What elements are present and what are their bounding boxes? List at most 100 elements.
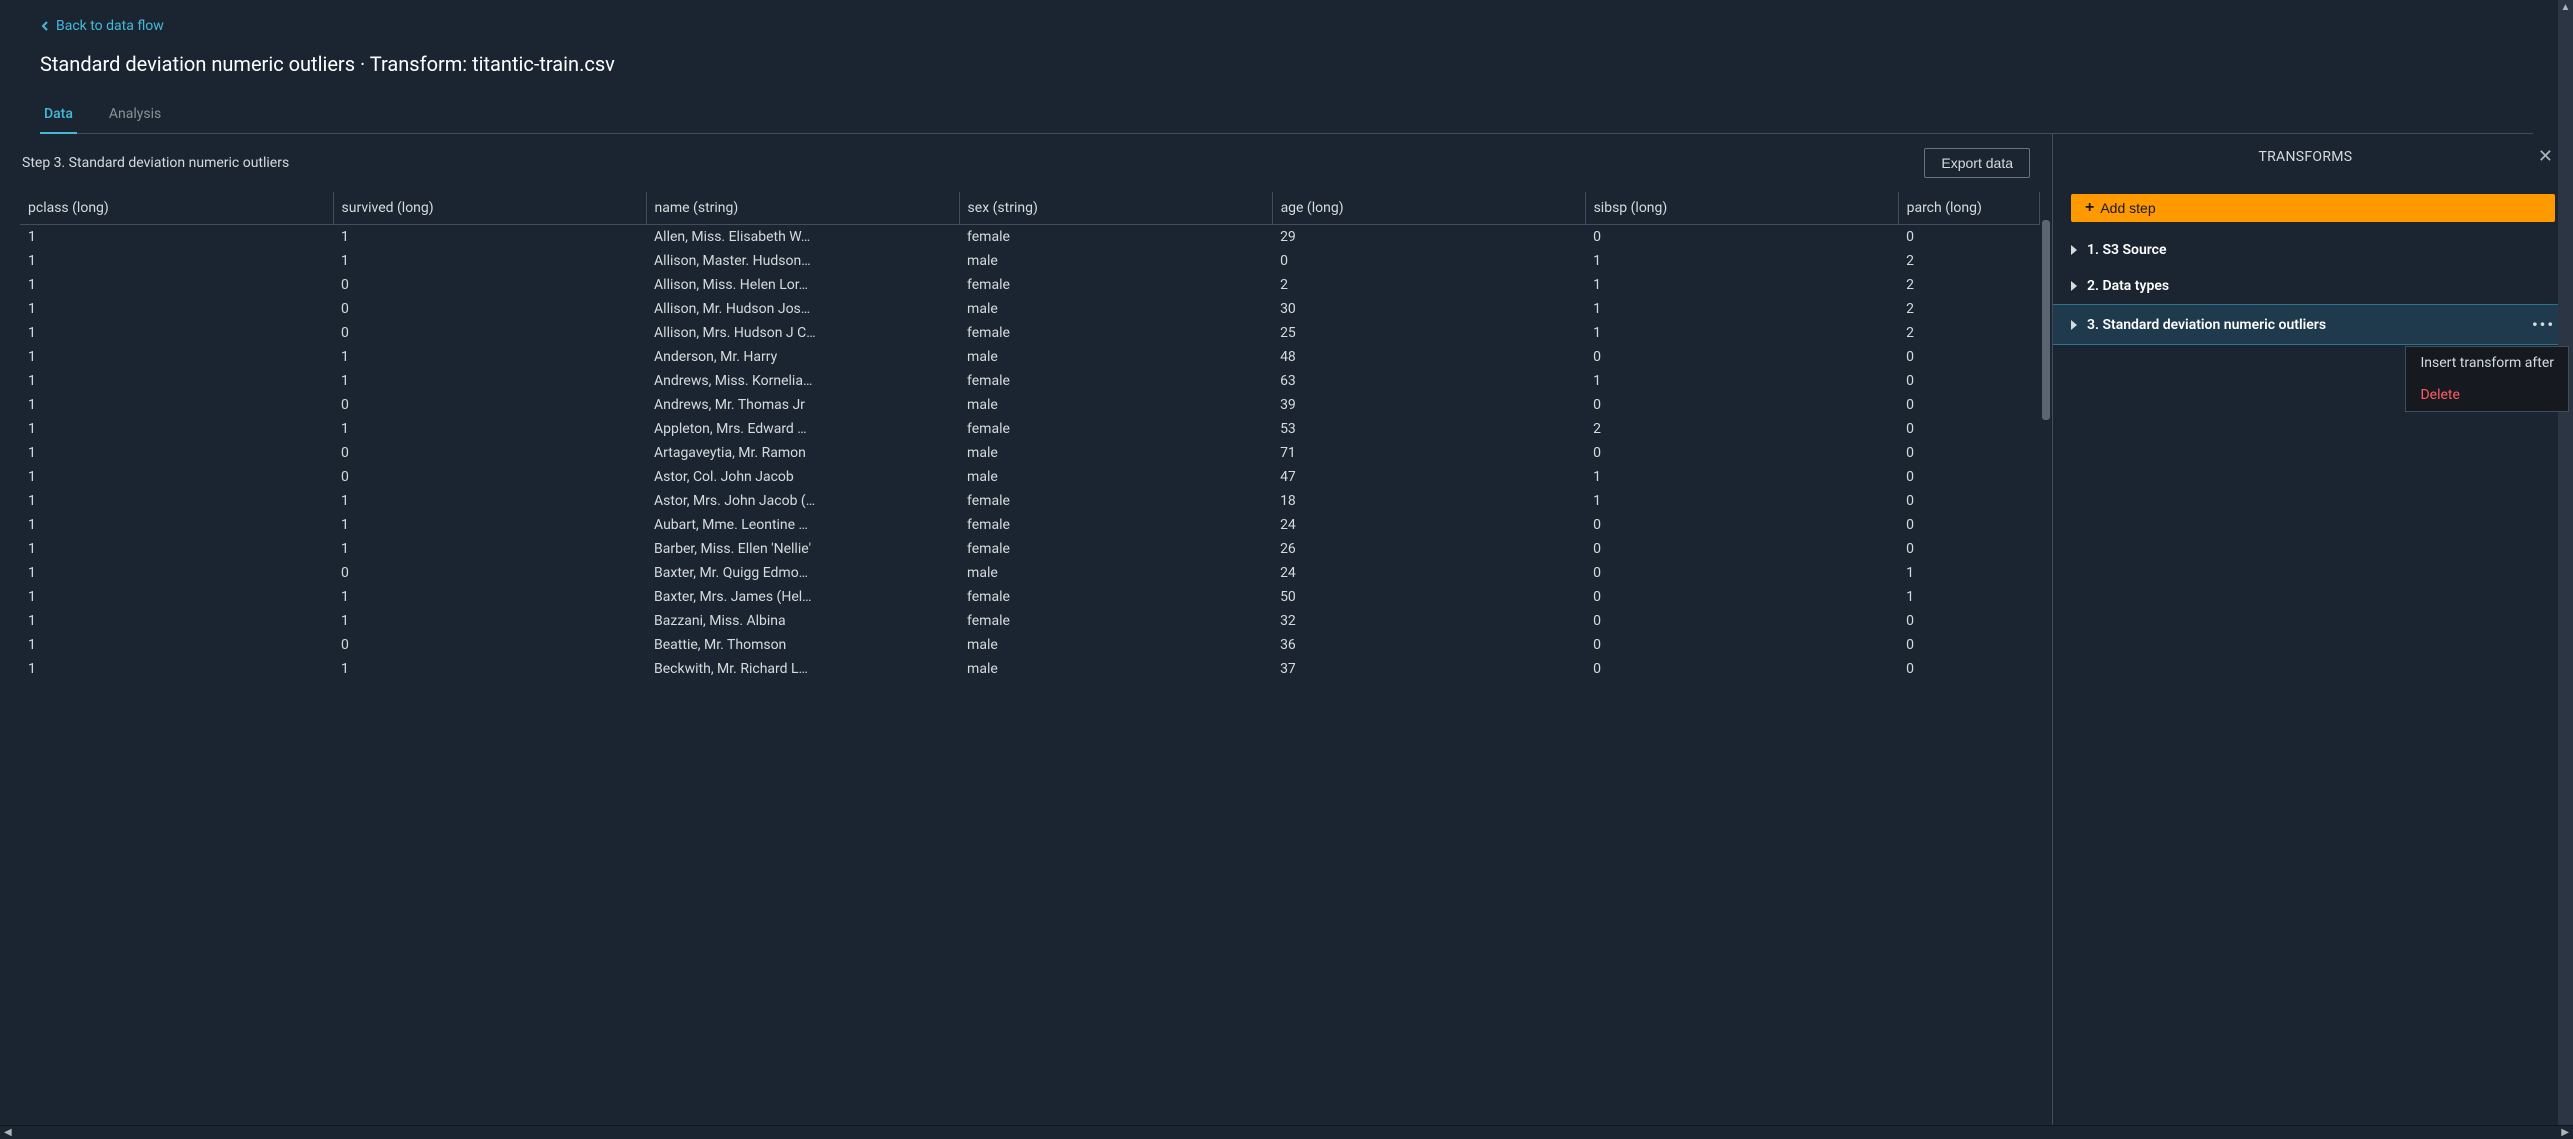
plus-icon: + — [2085, 200, 2094, 216]
cell: 1 — [1898, 561, 2039, 585]
col-header[interactable]: sex (string) — [959, 192, 1272, 225]
data-table-wrap[interactable]: pclass (long) survived (long) name (stri… — [20, 192, 2052, 1125]
cell: 2 — [1272, 273, 1585, 297]
scroll-up-icon[interactable]: ▲ — [2561, 2, 2571, 13]
table-row[interactable]: 10Allison, Mrs. Hudson J C…female2512 — [20, 321, 2040, 345]
vertical-scrollbar-thumb[interactable] — [2042, 220, 2050, 420]
cell: 1 — [333, 417, 646, 441]
cell: 1 — [20, 321, 333, 345]
cell: 0 — [333, 465, 646, 489]
cell: female — [959, 273, 1272, 297]
cell: 0 — [333, 393, 646, 417]
tab-data[interactable]: Data — [40, 96, 77, 134]
table-row[interactable]: 11Beckwith, Mr. Richard L…male3700 — [20, 657, 2040, 681]
table-row[interactable]: 11Allen, Miss. Elisabeth W…female2900 — [20, 225, 2040, 250]
cell: 24 — [1272, 561, 1585, 585]
table-row[interactable]: 10Allison, Mr. Hudson Jos…male3012 — [20, 297, 2040, 321]
export-data-button[interactable]: Export data — [1924, 148, 2030, 178]
cell: 0 — [1585, 513, 1898, 537]
step-item-label: 2. Data types — [2087, 278, 2169, 294]
cell: 1 — [20, 273, 333, 297]
col-header[interactable]: parch (long) — [1898, 192, 2039, 225]
col-header[interactable]: name (string) — [646, 192, 959, 225]
scroll-left-icon[interactable]: ◀ — [4, 1127, 12, 1138]
table-row[interactable]: 11Andrews, Miss. Kornelia…female6310 — [20, 369, 2040, 393]
cell: 0 — [333, 273, 646, 297]
step-context-menu: Insert transform after Delete — [2405, 346, 2569, 412]
cell: 0 — [1898, 393, 2039, 417]
cell: Baxter, Mr. Quigg Edmo… — [646, 561, 959, 585]
transforms-panel: TRANSFORMS ✕ + Add step 1. S3 Source 2. … — [2053, 134, 2573, 1125]
table-row[interactable]: 10Baxter, Mr. Quigg Edmo…male2401 — [20, 561, 2040, 585]
more-icon[interactable]: ••• — [2532, 315, 2555, 334]
steps-list: 1. S3 Source 2. Data types 3. Standard d… — [2053, 232, 2573, 345]
cell: female — [959, 321, 1272, 345]
table-row[interactable]: 11Baxter, Mrs. James (Hel…female5001 — [20, 585, 2040, 609]
table-row[interactable]: 11Allison, Master. Hudson…male012 — [20, 249, 2040, 273]
table-row[interactable]: 11Aubart, Mme. Leontine …female2400 — [20, 513, 2040, 537]
menu-delete[interactable]: Delete — [2406, 379, 2568, 411]
cell: female — [959, 537, 1272, 561]
cell: female — [959, 513, 1272, 537]
caret-right-icon — [2071, 320, 2077, 330]
cell: 1 — [20, 585, 333, 609]
cell: female — [959, 369, 1272, 393]
table-row[interactable]: 11Appleton, Mrs. Edward …female5320 — [20, 417, 2040, 441]
col-header[interactable]: sibsp (long) — [1585, 192, 1898, 225]
cell: 1 — [1898, 585, 2039, 609]
cell: male — [959, 561, 1272, 585]
cell: 0 — [1585, 633, 1898, 657]
cell: 63 — [1272, 369, 1585, 393]
add-step-button[interactable]: + Add step — [2071, 194, 2555, 222]
step-item-3[interactable]: 3. Standard deviation numeric outliers •… — [2053, 304, 2573, 345]
step-item-2[interactable]: 2. Data types — [2053, 268, 2573, 304]
cell: 0 — [1898, 633, 2039, 657]
cell: Bazzani, Miss. Albina — [646, 609, 959, 633]
cell: 18 — [1272, 489, 1585, 513]
table-row[interactable]: 11Astor, Mrs. John Jacob (…female1810 — [20, 489, 2040, 513]
close-icon[interactable]: ✕ — [2538, 148, 2553, 166]
cell: female — [959, 609, 1272, 633]
table-row[interactable]: 10Allison, Miss. Helen Lor…female212 — [20, 273, 2040, 297]
table-row[interactable]: 11Anderson, Mr. Harrymale4800 — [20, 345, 2040, 369]
step-item-label: 3. Standard deviation numeric outliers — [2087, 317, 2326, 333]
cell: female — [959, 417, 1272, 441]
cell: 0 — [1898, 609, 2039, 633]
cell: 1 — [1585, 297, 1898, 321]
cell: 0 — [333, 441, 646, 465]
cell: 1 — [333, 657, 646, 681]
table-row[interactable]: 10Andrews, Mr. Thomas Jrmale3900 — [20, 393, 2040, 417]
menu-insert-after[interactable]: Insert transform after — [2406, 347, 2568, 379]
cell: 30 — [1272, 297, 1585, 321]
horizontal-scrollbar[interactable]: ◀ ▶ — [0, 1125, 2573, 1139]
cell: 1 — [333, 513, 646, 537]
table-row[interactable]: 11Barber, Miss. Ellen 'Nellie'female2600 — [20, 537, 2040, 561]
window-vertical-scrollbar[interactable]: ▲ — [2558, 0, 2573, 1125]
cell: 26 — [1272, 537, 1585, 561]
scroll-right-icon[interactable]: ▶ — [2561, 1127, 2569, 1138]
back-link[interactable]: Back to data flow — [40, 18, 164, 34]
cell: 1 — [333, 345, 646, 369]
cell: 0 — [1898, 513, 2039, 537]
cell: 0 — [1898, 465, 2039, 489]
col-header[interactable]: survived (long) — [333, 192, 646, 225]
cell: 0 — [1585, 225, 1898, 250]
cell: 0 — [1585, 393, 1898, 417]
cell: male — [959, 441, 1272, 465]
cell: Andrews, Mr. Thomas Jr — [646, 393, 959, 417]
cell: 0 — [1898, 657, 2039, 681]
cell: 0 — [1585, 657, 1898, 681]
table-row[interactable]: 10Astor, Col. John Jacobmale4710 — [20, 465, 2040, 489]
step-item-1[interactable]: 1. S3 Source — [2053, 232, 2573, 268]
cell: 1 — [20, 225, 333, 250]
tab-analysis[interactable]: Analysis — [105, 96, 165, 134]
table-row[interactable]: 10Beattie, Mr. Thomsonmale3600 — [20, 633, 2040, 657]
col-header[interactable]: pclass (long) — [20, 192, 333, 225]
data-panel: Step 3. Standard deviation numeric outli… — [0, 134, 2053, 1125]
caret-right-icon — [2071, 281, 2077, 291]
cell: 2 — [1898, 273, 2039, 297]
cell: male — [959, 633, 1272, 657]
table-row[interactable]: 11Bazzani, Miss. Albinafemale3200 — [20, 609, 2040, 633]
col-header[interactable]: age (long) — [1272, 192, 1585, 225]
table-row[interactable]: 10Artagaveytia, Mr. Ramonmale7100 — [20, 441, 2040, 465]
